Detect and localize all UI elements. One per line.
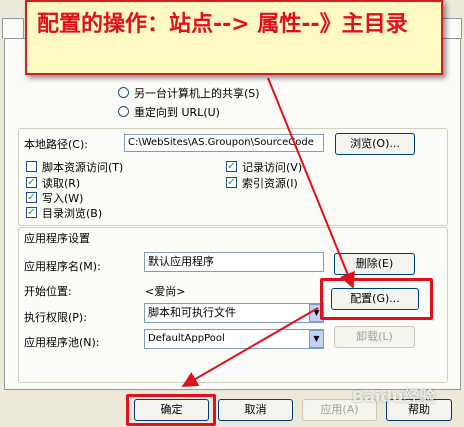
- instruction-callout-text: 配置的操作：站点--> 属性--》主目录: [37, 12, 408, 37]
- baidu-watermark: Baidu经验: [352, 387, 436, 406]
- arrow-to-ok: [181, 307, 319, 388]
- arrow-to-configuration: [267, 77, 355, 289]
- instruction-callout: 配置的操作：站点--> 属性--》主目录: [25, 0, 443, 75]
